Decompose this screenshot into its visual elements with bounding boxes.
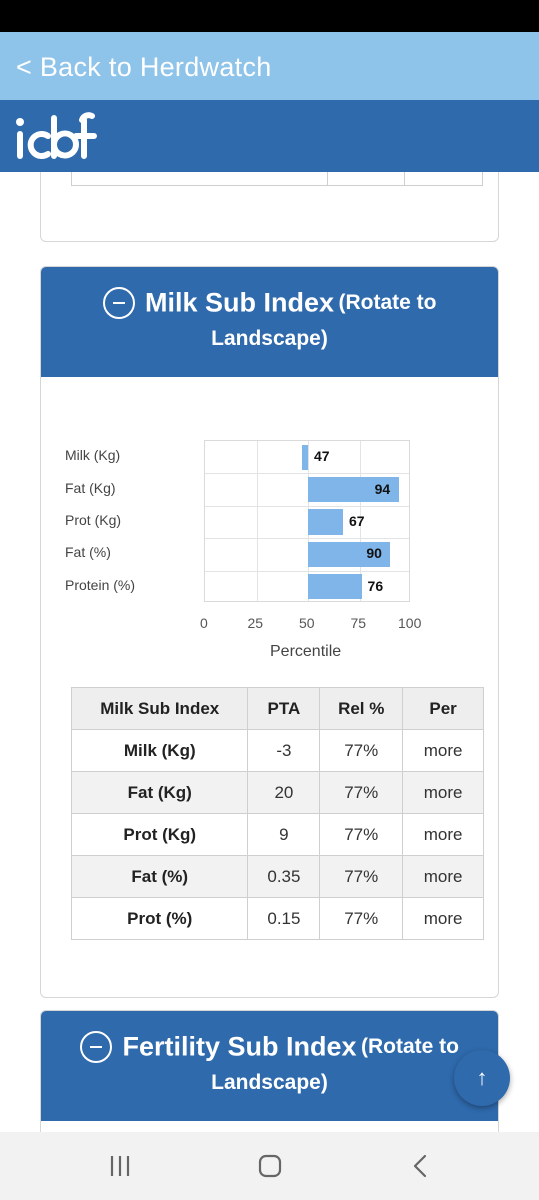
fertility-sub-index-header[interactable]: Fertility Sub Index (Rotate to Landscape… — [41, 1011, 498, 1121]
pta-value: 9 — [247, 813, 321, 856]
scroll-content[interactable]: Milk Sub Index (Rotate to Landscape) 47 9… — [0, 172, 539, 1132]
column-header: Milk Sub Index — [70, 687, 249, 730]
x-tick-label: 100 — [398, 615, 422, 631]
pta-value: 20 — [247, 771, 321, 814]
bar — [308, 574, 362, 600]
bar-value-label: 67 — [349, 513, 365, 529]
bar-value-label: 76 — [367, 577, 384, 594]
arrow-up-icon: ↑ — [476, 1065, 488, 1090]
scroll-to-top-button[interactable]: ↑ — [454, 1050, 510, 1106]
rel-value: 77% — [319, 729, 404, 772]
category-label: Fat (Kg) — [65, 479, 116, 496]
grid-line-horizontal — [205, 538, 409, 540]
milk-sub-index-table: Milk Sub Index PTA Rel % Per Milk (Kg) -… — [70, 687, 484, 940]
bar — [301, 444, 308, 470]
milk-sub-index-title: Milk Sub Index — [144, 287, 335, 318]
pta-value: 0.15 — [247, 897, 321, 940]
pta-value: -3 — [247, 729, 321, 772]
collapse-icon[interactable] — [102, 287, 135, 319]
category-label: Milk (Kg) — [65, 447, 121, 464]
per-value: more — [402, 897, 484, 940]
table-row: Prot (%) 0.15 77% more — [70, 897, 484, 940]
grid-line-horizontal — [205, 505, 409, 507]
row-name: Prot (%) — [70, 897, 249, 940]
table-header-row: Milk Sub Index PTA Rel % Per — [70, 687, 484, 730]
brand-bar — [0, 100, 539, 172]
grid-line-horizontal — [205, 570, 409, 572]
milk-sub-index-card: Milk Sub Index (Rotate to Landscape) 47 9… — [40, 266, 499, 998]
row-name: Milk (Kg) — [70, 729, 249, 772]
previous-section-table — [71, 172, 483, 186]
table-row: Fat (%) 0.35 77% more — [70, 855, 484, 898]
column-header: Per — [402, 687, 484, 730]
column-header: Rel % — [319, 687, 404, 730]
row-name: Fat (Kg) — [70, 771, 249, 814]
recents-icon[interactable] — [104, 1152, 136, 1180]
icbf-logo — [16, 112, 97, 159]
grid-line-vertical — [256, 441, 258, 601]
table-row: Prot (Kg) 9 77% more — [70, 813, 484, 856]
back-bar: < Back to Herdwatch — [0, 32, 539, 100]
x-tick-label: 25 — [247, 615, 264, 631]
rel-value: 77% — [319, 855, 404, 898]
per-value: more — [402, 855, 484, 898]
system-nav-bar — [0, 1132, 539, 1200]
rel-value: 77% — [319, 771, 404, 814]
x-axis-title: Percentile — [270, 643, 342, 660]
rotate-hint-continued: Landscape) — [211, 1071, 328, 1094]
bar-value-label: 47 — [314, 448, 330, 465]
fertility-sub-index-title: Fertility Sub Index — [122, 1031, 357, 1062]
collapse-icon[interactable] — [80, 1031, 113, 1063]
category-label: Prot (Kg) — [65, 512, 122, 528]
x-tick-label: 50 — [299, 615, 315, 631]
x-tick-label: 75 — [350, 615, 367, 631]
bar — [308, 509, 344, 535]
row-name: Prot (Kg) — [70, 813, 249, 856]
rotate-hint-continued: Landscape) — [211, 327, 328, 350]
rotate-hint: (Rotate to — [360, 1035, 459, 1058]
milk-percentile-chart: 47 94 67 90 76 Percentile Milk (Kg) Fat (Kg) P… — [41, 417, 498, 667]
fertility-sub-index-card: Fertility Sub Index (Rotate to Landscape… — [40, 1010, 499, 1132]
per-value: more — [402, 813, 484, 856]
bar-value-label: 90 — [366, 545, 382, 562]
status-bar — [0, 0, 539, 32]
table-row: Fat (Kg) 20 77% more — [70, 771, 484, 814]
category-label: Fat (%) — [65, 544, 111, 561]
bar-value-label: 94 — [374, 480, 391, 497]
column-header: PTA — [247, 687, 321, 730]
back-to-herdwatch-link[interactable]: < Back to Herdwatch — [16, 52, 272, 83]
back-icon[interactable] — [405, 1152, 437, 1180]
milk-sub-index-header[interactable]: Milk Sub Index (Rotate to Landscape) — [41, 267, 498, 377]
rel-value: 77% — [319, 813, 404, 856]
chart-plot-area: 47 94 67 90 76 — [204, 440, 410, 602]
per-value: more — [402, 771, 484, 814]
pta-value: 0.35 — [247, 855, 321, 898]
table-row: Milk (Kg) -3 77% more — [70, 729, 484, 772]
category-label: Protein (%) — [65, 576, 136, 593]
x-tick-label: 0 — [200, 615, 208, 631]
previous-section-card — [40, 172, 499, 242]
rotate-hint: (Rotate to — [338, 291, 437, 314]
home-icon[interactable] — [254, 1152, 286, 1180]
grid-line-horizontal — [205, 473, 409, 475]
rel-value: 77% — [319, 897, 404, 940]
row-name: Fat (%) — [70, 855, 249, 898]
per-value: more — [402, 729, 484, 772]
